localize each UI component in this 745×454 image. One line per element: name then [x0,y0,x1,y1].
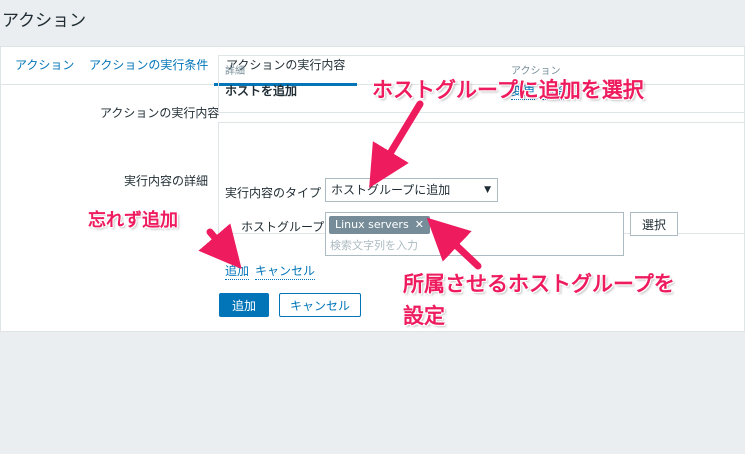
hostgroup-label: ホストグループ [241,220,325,234]
select-hostgroup-button[interactable]: 選択 [630,212,678,236]
operation-type-select[interactable]: ホストグループに追加 ▼ [325,178,498,202]
cancel-operation-link[interactable]: キャンセル [255,262,316,280]
operations-label: アクションの実行内容 [100,106,220,120]
remove-icon[interactable]: ✕ [415,218,424,231]
cancel-button[interactable]: キャンセル [279,293,361,317]
col-detail-header: 詳細 [225,66,245,77]
dropdown-arrow-icon: ▼ [484,185,491,195]
page-title: アクション [2,11,87,31]
details-label: 実行内容の詳細 [124,174,209,188]
annotation-set-hostgroup-line1: 所属させるホストグループを [403,272,675,296]
hostgroup-search-input[interactable] [330,237,530,253]
tab-conditions[interactable]: アクションの実行条件 [77,47,220,85]
hostgroup-chip-label: Linux servers [335,218,409,231]
hostgroup-chip: Linux servers ✕ [329,216,430,234]
annotation-select-hostgroup: ホストグループに追加を選択 [372,78,644,102]
operation-type-value: ホストグループに追加 [331,183,451,197]
hostgroup-multiselect[interactable]: Linux servers ✕ [325,212,624,256]
add-operation-link[interactable]: 追加 [225,262,250,280]
operation-detail: ホストを追加 [225,84,298,98]
add-button[interactable]: 追加 [219,293,269,317]
page-header: アクション [0,0,745,38]
operation-type-label: 実行内容のタイプ [225,186,322,200]
tab-action[interactable]: アクション [3,47,86,85]
annotation-set-hostgroup-line2: 設定 [403,304,445,328]
annotation-dont-forget: 忘れず追加 [88,210,178,231]
